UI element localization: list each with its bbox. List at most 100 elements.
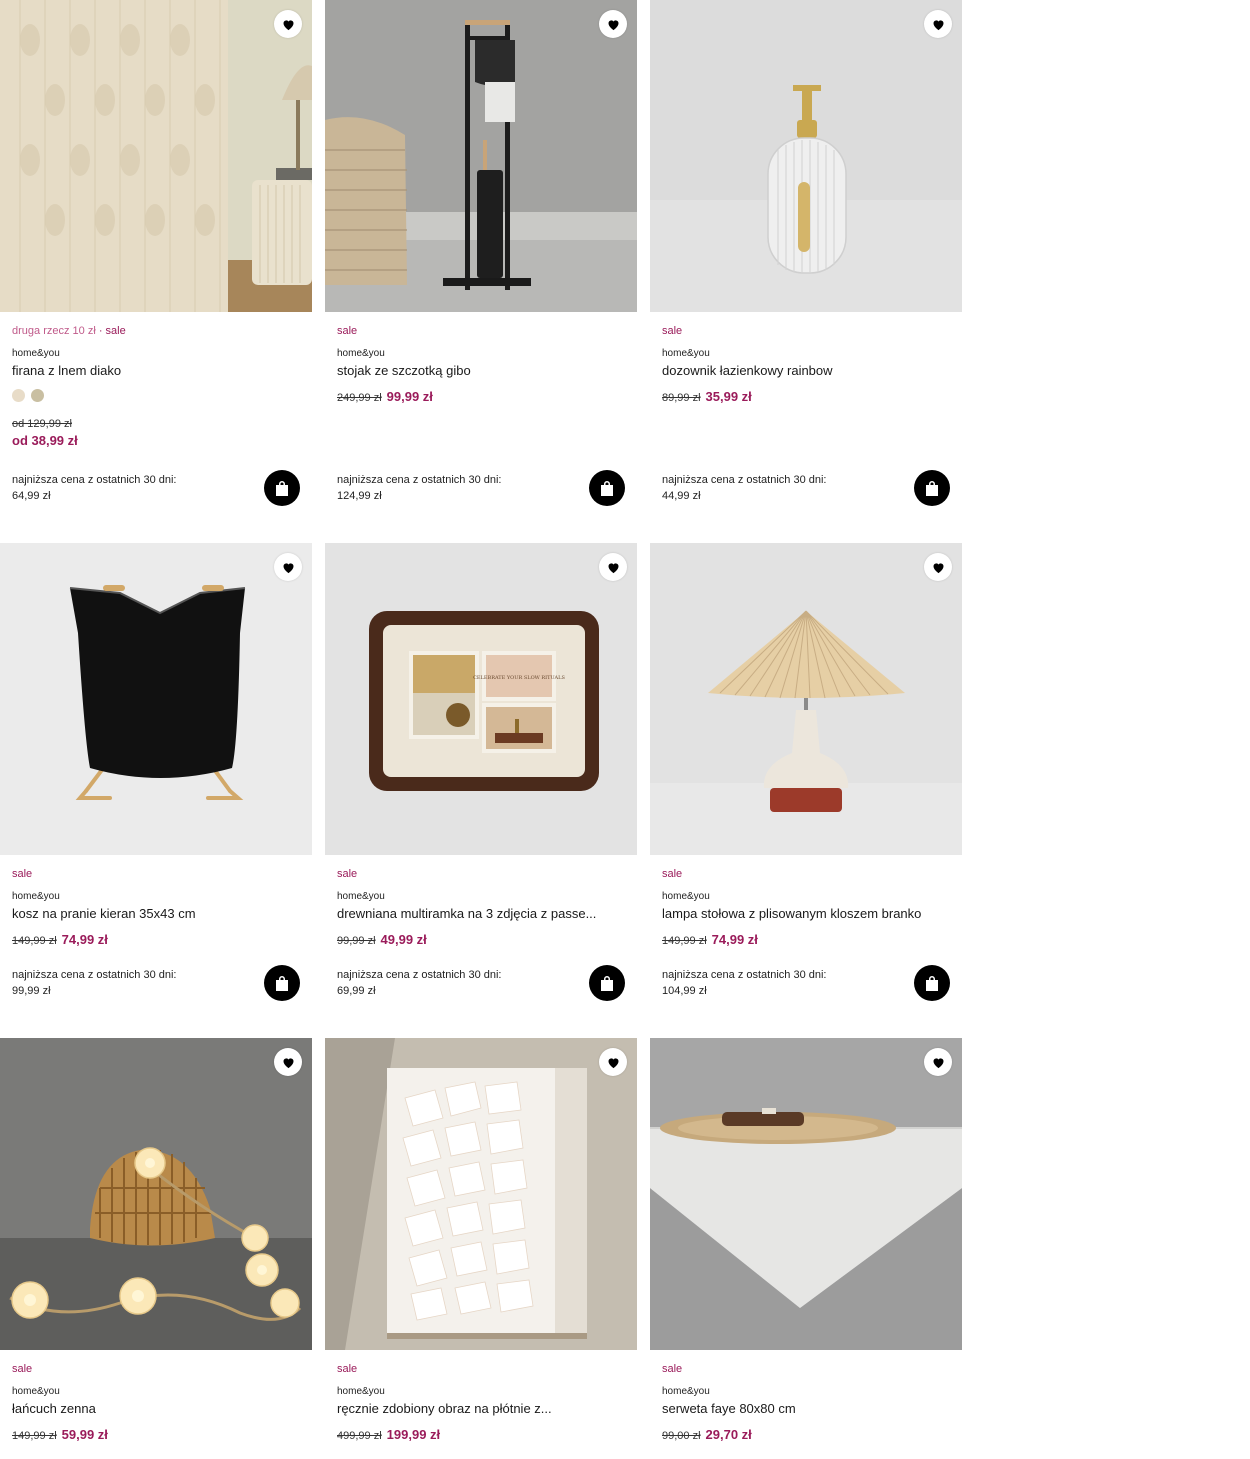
old-price: 149,99 zł bbox=[12, 935, 57, 947]
sale-price: 74,99 zł bbox=[61, 932, 108, 947]
promo-text: druga rzecz 10 zł bbox=[12, 325, 96, 337]
add-to-cart-button[interactable] bbox=[264, 965, 300, 1001]
favorite-button[interactable] bbox=[274, 1048, 302, 1076]
heart-icon bbox=[608, 562, 618, 573]
product-brand: home&you bbox=[337, 891, 385, 902]
product-brand: home&you bbox=[12, 891, 60, 902]
shopping-bag-icon bbox=[926, 480, 938, 496]
heart-icon bbox=[283, 19, 293, 30]
favorite-button[interactable] bbox=[924, 553, 952, 581]
product-brand: home&you bbox=[337, 1386, 385, 1397]
favorite-button[interactable] bbox=[274, 10, 302, 38]
shopping-bag-icon bbox=[276, 480, 288, 496]
color-swatch[interactable] bbox=[12, 389, 25, 402]
product-image[interactable] bbox=[325, 1038, 637, 1350]
product-image[interactable] bbox=[650, 0, 962, 312]
sale-badge: sale bbox=[12, 1363, 33, 1375]
product-name[interactable]: dozownik łazienkowy rainbow bbox=[662, 363, 954, 378]
sale-price: 199,99 zł bbox=[386, 1427, 441, 1442]
old-price: 499,99 zł bbox=[337, 1430, 382, 1442]
lowest-price-value: 44,99 zł bbox=[662, 490, 701, 502]
lowest-price-info: najniższa cena z ostatnich 30 dni: 99,99… bbox=[12, 967, 177, 999]
sale-badge: sale bbox=[337, 325, 358, 337]
old-price: 99,00 zł bbox=[662, 1430, 701, 1442]
favorite-button[interactable] bbox=[599, 1048, 627, 1076]
sale-price: 35,99 zł bbox=[705, 389, 752, 404]
product-brand: home&you bbox=[662, 891, 710, 902]
sale-price: 74,99 zł bbox=[711, 932, 758, 947]
lowest-price-value: 99,99 zł bbox=[12, 985, 51, 997]
lowest-price-value: 104,99 zł bbox=[662, 985, 707, 997]
product-name[interactable]: serweta faye 80x80 cm bbox=[662, 1401, 954, 1416]
price-block: 249,99 zł 99,99 zł bbox=[337, 389, 433, 404]
badge-separator: · bbox=[95, 325, 106, 337]
sale-badge: sale bbox=[662, 1363, 683, 1375]
favorite-button[interactable] bbox=[924, 1048, 952, 1076]
artwork-text: CELEBRATE YOUR SLOW RITUALS bbox=[473, 675, 565, 681]
laundry-basket-photo bbox=[0, 543, 312, 855]
favorite-button[interactable] bbox=[599, 10, 627, 38]
table-lamp-photo bbox=[650, 543, 962, 855]
product-card[interactable]: sale home&you łańcuch zenna 149,99 zł 59,… bbox=[0, 1038, 312, 1459]
favorite-button[interactable] bbox=[924, 10, 952, 38]
add-to-cart-button[interactable] bbox=[264, 470, 300, 506]
product-card[interactable]: CELEBRATE YOUR SLOW RITUALS sale home&yo… bbox=[325, 543, 637, 1013]
favorite-button[interactable] bbox=[274, 553, 302, 581]
product-name[interactable]: lampa stołowa z plisowanym kloszem brank… bbox=[662, 906, 954, 921]
product-card[interactable]: sale home&you stojak ze szczotką gibo 24… bbox=[325, 0, 637, 520]
sale-price: 49,99 zł bbox=[380, 932, 427, 947]
sale-badge: sale bbox=[662, 868, 683, 880]
shopping-bag-icon bbox=[601, 480, 613, 496]
add-to-cart-button[interactable] bbox=[589, 470, 625, 506]
product-image[interactable] bbox=[650, 543, 962, 855]
shopping-bag-icon bbox=[276, 975, 288, 991]
product-image[interactable]: CELEBRATE YOUR SLOW RITUALS bbox=[325, 543, 637, 855]
curtain-photo bbox=[0, 0, 312, 312]
lowest-price-info: najniższa cena z ostatnich 30 dni: 104,9… bbox=[662, 967, 827, 999]
heart-icon bbox=[933, 562, 943, 573]
product-image[interactable] bbox=[650, 1038, 962, 1350]
product-name[interactable]: stojak ze szczotką gibo bbox=[337, 363, 629, 378]
product-name[interactable]: drewniana multiramka na 3 zdjęcia z pass… bbox=[337, 906, 629, 921]
price-block: 89,99 zł 35,99 zł bbox=[662, 389, 752, 404]
product-card[interactable]: sale home&you lampa stołowa z plisowanym… bbox=[650, 543, 962, 1013]
old-price: 89,99 zł bbox=[662, 392, 701, 404]
add-to-cart-button[interactable] bbox=[914, 470, 950, 506]
sale-badge: sale bbox=[662, 325, 683, 337]
sale-price: od 38,99 zł bbox=[12, 433, 78, 448]
heart-icon bbox=[608, 19, 618, 30]
product-card[interactable]: sale home&you dozownik łazienkowy rainbo… bbox=[650, 0, 962, 520]
old-price: 149,99 zł bbox=[662, 935, 707, 947]
canvas-painting-photo bbox=[325, 1038, 637, 1350]
product-image[interactable] bbox=[0, 0, 312, 312]
sale-badge: sale bbox=[337, 1363, 358, 1375]
heart-icon bbox=[283, 1057, 293, 1068]
lowest-price-info: najniższa cena z ostatnich 30 dni: 64,99… bbox=[12, 472, 177, 504]
product-card[interactable]: sale home&you serweta faye 80x80 cm 99,0… bbox=[650, 1038, 962, 1459]
product-image[interactable] bbox=[325, 0, 637, 312]
soap-dispenser-photo bbox=[650, 0, 962, 312]
lowest-price-label: najniższa cena z ostatnich 30 dni: bbox=[12, 969, 177, 981]
lowest-price-info: najniższa cena z ostatnich 30 dni: 44,99… bbox=[662, 472, 827, 504]
lowest-price-value: 69,99 zł bbox=[337, 985, 376, 997]
product-image[interactable] bbox=[0, 1038, 312, 1350]
old-price: od 129,99 zł bbox=[12, 418, 72, 430]
product-image[interactable] bbox=[0, 543, 312, 855]
product-card[interactable]: druga rzecz 10 zł · sale home&you firana… bbox=[0, 0, 312, 520]
product-name[interactable]: ręcznie zdobiony obraz na płótnie z... bbox=[337, 1401, 629, 1416]
heart-icon bbox=[933, 19, 943, 30]
add-to-cart-button[interactable] bbox=[589, 965, 625, 1001]
sale-price: 29,70 zł bbox=[705, 1427, 752, 1442]
product-card[interactable]: sale home&you kosz na pranie kieran 35x4… bbox=[0, 543, 312, 1013]
color-swatch[interactable] bbox=[31, 389, 44, 402]
product-name[interactable]: kosz na pranie kieran 35x43 cm bbox=[12, 906, 304, 921]
add-to-cart-button[interactable] bbox=[914, 965, 950, 1001]
heart-icon bbox=[283, 562, 293, 573]
product-name[interactable]: łańcuch zenna bbox=[12, 1401, 304, 1416]
lowest-price-label: najniższa cena z ostatnich 30 dni: bbox=[12, 474, 177, 486]
product-name[interactable]: firana z lnem diako bbox=[12, 363, 304, 378]
old-price: 249,99 zł bbox=[337, 392, 382, 404]
sale-badge: sale bbox=[105, 325, 126, 337]
favorite-button[interactable] bbox=[599, 553, 627, 581]
product-card[interactable]: sale home&you ręcznie zdobiony obraz na … bbox=[325, 1038, 637, 1459]
